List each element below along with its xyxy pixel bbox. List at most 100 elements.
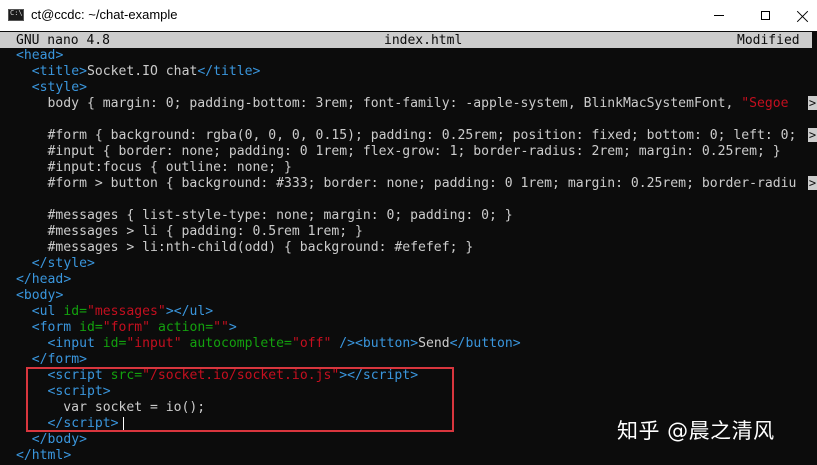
code-token: > (512, 336, 521, 351)
line-overflow-marker: > (808, 128, 817, 142)
code-token: #messages { list-style-type: none; margi… (16, 208, 513, 223)
code-token: "" (213, 320, 229, 335)
minimize-button[interactable] (696, 0, 742, 31)
code-token: input (55, 336, 95, 351)
code-token: #form > button { background: #333; borde… (16, 176, 797, 191)
code-line[interactable]: #form { background: rgba(0, 0, 0, 0.15);… (16, 128, 797, 144)
code-token: body { margin: 0; padding-bottom: 3rem; … (16, 96, 742, 111)
code-line[interactable]: #input { border: none; padding: 0 1rem; … (16, 144, 781, 160)
window-title-bar[interactable]: ct@ccdc: ~/chat-example (0, 0, 817, 31)
code-token: < (16, 320, 40, 335)
code-token: > (79, 64, 87, 79)
nano-filename: index.html (384, 33, 463, 48)
code-token: id= (55, 304, 87, 319)
code-line[interactable]: </head> (16, 272, 71, 288)
code-token: Socket.IO chat (86, 64, 198, 79)
code-token: #input:focus { outline: none; } (16, 160, 292, 175)
code-line[interactable]: body { margin: 0; padding-bottom: 3rem; … (16, 96, 789, 112)
code-token: form (47, 352, 80, 367)
code-token: > (79, 80, 87, 95)
code-token: ul (39, 304, 56, 319)
code-token: style (47, 256, 87, 271)
code-token: title (39, 64, 80, 79)
code-token: > (205, 304, 214, 319)
code-token: </ (197, 64, 214, 79)
code-line[interactable]: #input:focus { outline: none; } (16, 160, 292, 176)
code-token: > (252, 64, 261, 79)
code-token: "form" (102, 320, 151, 335)
code-token: ul (189, 304, 206, 319)
line-overflow-marker: > (808, 96, 817, 110)
code-token: </ (16, 448, 32, 463)
nano-status: Modified (737, 33, 800, 48)
watermark: 知乎 @晨之清风 (617, 419, 775, 443)
code-token: #messages > li:nth-child(odd) { backgrou… (16, 240, 474, 255)
code-token: < (16, 80, 40, 95)
console-icon (8, 9, 24, 21)
code-token: < (16, 304, 40, 319)
code-line[interactable]: <ul id="messages"></ul> (16, 304, 213, 320)
code-token: > (55, 48, 64, 63)
minimize-icon (714, 15, 724, 16)
code-token: < (16, 288, 24, 303)
code-token: </ (449, 336, 466, 351)
code-token: head (31, 272, 64, 287)
code-line[interactable]: #form > button { background: #333; borde… (16, 176, 797, 192)
code-token: </ (16, 432, 48, 447)
code-line[interactable]: </form> (16, 352, 87, 368)
code-token: > (79, 432, 87, 447)
code-token: ></ (165, 304, 190, 319)
code-line[interactable]: <style> (16, 80, 87, 96)
code-token: "off" (291, 336, 332, 351)
code-token: </ (16, 256, 48, 271)
code-line[interactable]: #messages > li:nth-child(odd) { backgrou… (16, 240, 474, 256)
code-token: title (213, 64, 253, 79)
code-token: > (55, 288, 64, 303)
code-line[interactable]: </body> (16, 432, 87, 448)
code-token: > (79, 352, 87, 367)
code-token: id= (94, 336, 127, 351)
code-line[interactable]: </style> (16, 256, 95, 272)
code-token: > (410, 336, 419, 351)
code-token: < (16, 48, 24, 63)
code-token: html (31, 448, 64, 463)
code-token: < (16, 336, 56, 351)
highlight-annotation-box (26, 367, 454, 432)
code-line[interactable]: #messages > li { padding: 0.5rem 1rem; } (16, 224, 363, 240)
close-button[interactable] (788, 0, 817, 31)
code-token: > (63, 272, 72, 287)
terminal-area[interactable]: GNU nano 4.8 index.html Modified <head> … (0, 31, 817, 465)
maximize-icon (760, 11, 770, 20)
code-token: "Segoe (741, 96, 789, 111)
maximize-button[interactable] (742, 0, 788, 31)
nano-version: GNU nano 4.8 (16, 33, 110, 48)
code-token: head (23, 48, 56, 63)
code-token: </ (16, 352, 48, 367)
code-line[interactable]: <body> (16, 288, 63, 304)
code-token: </ (16, 272, 32, 287)
code-token: form (39, 320, 72, 335)
code-token: id= (71, 320, 103, 335)
code-token: < (16, 64, 40, 79)
code-line[interactable]: <head> (16, 48, 63, 64)
nano-header-bar: GNU nano 4.8 index.html Modified (0, 32, 812, 48)
code-token: autocomplete= (181, 336, 292, 351)
code-line[interactable]: </html> (16, 448, 71, 464)
code-token: #messages > li { padding: 0.5rem 1rem; } (16, 224, 363, 239)
code-line[interactable]: <title>Socket.IO chat</title> (16, 64, 261, 80)
code-token: #input { border: none; padding: 0 1rem; … (16, 144, 781, 159)
code-token: button (362, 336, 411, 351)
code-token: "input" (126, 336, 182, 351)
code-token: Send (418, 336, 450, 351)
code-token: #form { background: rgba(0, 0, 0, 0.15);… (16, 128, 797, 143)
code-token: "messages" (86, 304, 166, 319)
code-line[interactable]: #messages { list-style-type: none; margi… (16, 208, 513, 224)
close-icon (797, 10, 809, 22)
code-token: > (228, 320, 237, 335)
code-token: style (39, 80, 80, 95)
code-token: button (465, 336, 513, 351)
code-line[interactable]: <form id="form" action=""> (16, 320, 237, 336)
line-overflow-marker: > (808, 176, 817, 190)
code-token: action= (150, 320, 214, 335)
code-line[interactable]: <input id="input" autocomplete="off" /><… (16, 336, 521, 352)
